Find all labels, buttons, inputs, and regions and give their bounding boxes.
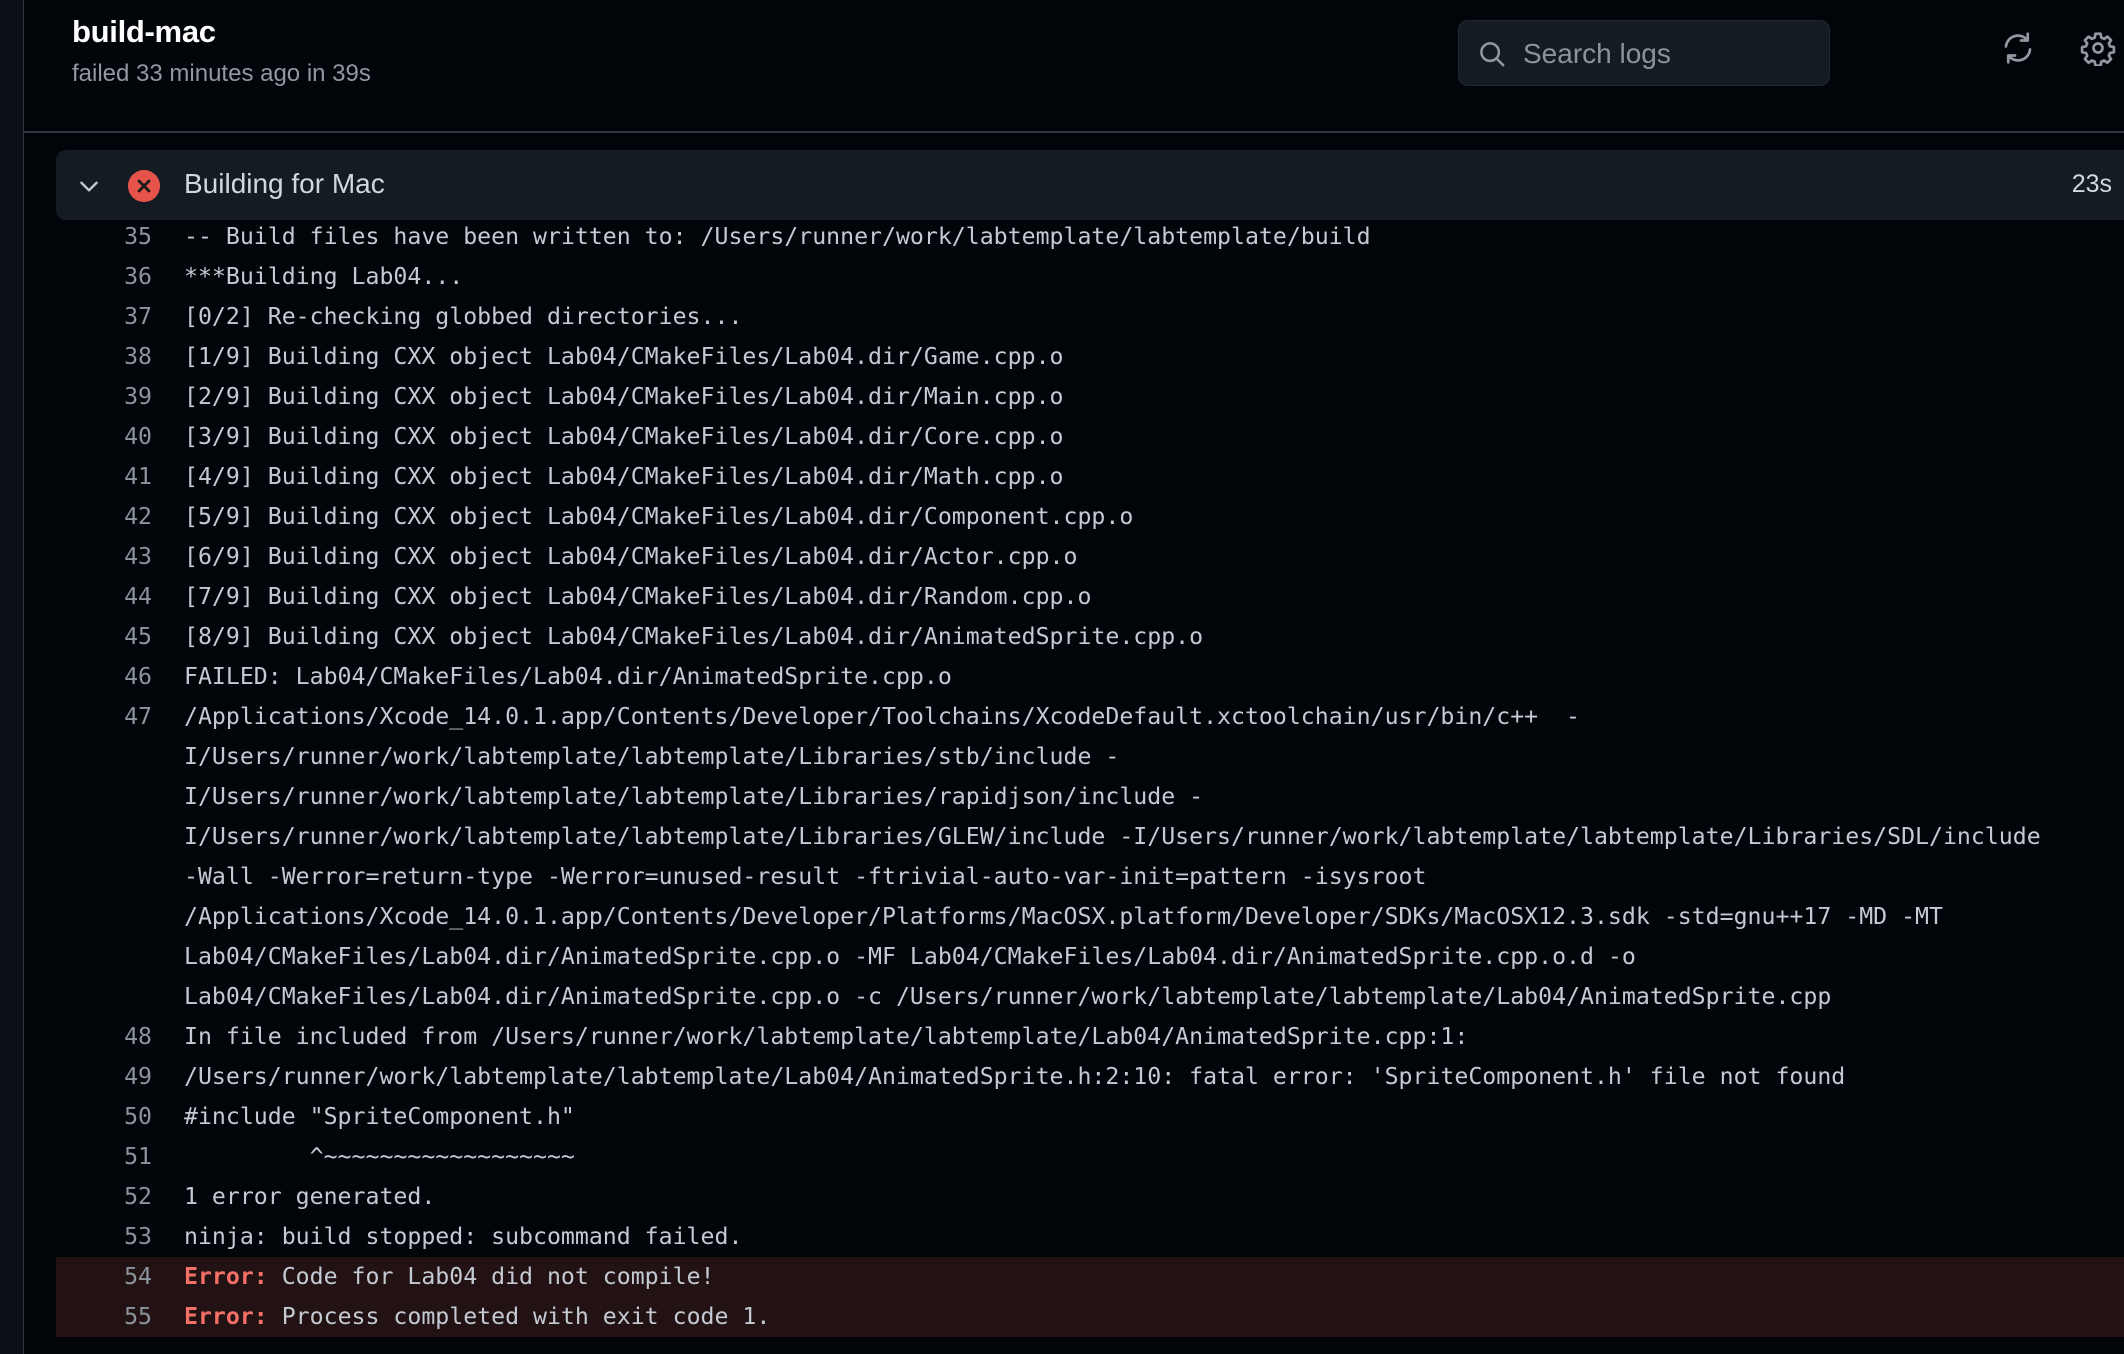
log-line[interactable]: 51 ^~~~~~~~~~~~~~~~~~~ [56, 1137, 2124, 1177]
log-line[interactable]: 49/Users/runner/work/labtemplate/labtemp… [56, 1057, 2124, 1097]
line-number[interactable]: 50 [56, 1097, 152, 1137]
step-header-building-for-mac[interactable]: Building for Mac 23s [56, 150, 2124, 220]
log-line[interactable]: /Applications/Xcode_14.0.1.app/Contents/… [56, 897, 2124, 937]
log-line[interactable]: 35 -- Build files have been written to: /… [56, 217, 2124, 257]
job-status: failed 33 minutes ago in 39s [72, 60, 371, 87]
x-circle-fill-icon [128, 170, 160, 202]
log-text: Lab04/CMakeFiles/Lab04.dir/AnimatedSprit… [184, 983, 1832, 1010]
log-text: [0/2] Re-checking globbed directories... [184, 303, 743, 330]
line-number[interactable]: 44 [56, 577, 152, 617]
log-line[interactable]: 42 [5/9] Building CXX object Lab04/CMakeF… [56, 497, 2124, 537]
job-title: build-mac [72, 14, 216, 49]
log-line[interactable]: 45 [8/9] Building CXX object Lab04/CMakeF… [56, 617, 2124, 657]
log-line[interactable]: -Wall -Werror=return-type -Werror=unused… [56, 857, 2124, 897]
error-label: Error: [184, 1263, 268, 1290]
gear-icon[interactable] [2080, 30, 2116, 66]
log-line[interactable]: 50 #include "SpriteComponent.h" [56, 1097, 2124, 1137]
log-text: [8/9] Building CXX object Lab04/CMakeFil… [184, 623, 1204, 650]
line-number[interactable]: 49 [56, 1057, 152, 1097]
log-text: [4/9] Building CXX object Lab04/CMakeFil… [184, 463, 1064, 490]
log-text: Lab04/CMakeFiles/Lab04.dir/AnimatedSprit… [184, 943, 1636, 970]
log-text: /Applications/Xcode_14.0.1.app/Contents/… [184, 903, 1943, 930]
log-line[interactable]: 36 ***Building Lab04... [56, 257, 2124, 297]
log-line[interactable]: I/Users/runner/work/labtemplate/labtempl… [56, 777, 2124, 817]
line-number[interactable]: 43 [56, 537, 152, 577]
log-line-error[interactable]: 54 Error: Code for Lab04 did not compile! [56, 1257, 2124, 1297]
log-text: I/Users/runner/work/labtemplate/labtempl… [184, 743, 1120, 770]
log-line[interactable]: 53 ninja: build stopped: subcommand faile… [56, 1217, 2124, 1257]
log-text: ^~~~~~~~~~~~~~~~~~~ [184, 1143, 575, 1170]
log-text: In file included from /Users/runner/work… [184, 1023, 1469, 1050]
log-text: I/Users/runner/work/labtemplate/labtempl… [184, 823, 2041, 850]
line-number[interactable]: 54 [56, 1257, 152, 1297]
chevron-down-icon[interactable] [76, 173, 102, 199]
line-number[interactable]: 37 [56, 297, 152, 337]
log-line[interactable]: Lab04/CMakeFiles/Lab04.dir/AnimatedSprit… [56, 977, 2124, 1017]
log-text: [3/9] Building CXX object Lab04/CMakeFil… [184, 423, 1064, 450]
log-line[interactable]: 43 [6/9] Building CXX object Lab04/CMakeF… [56, 537, 2124, 577]
line-number[interactable]: 53 [56, 1217, 152, 1257]
line-number[interactable]: 41 [56, 457, 152, 497]
line-number[interactable]: 35 [56, 217, 152, 257]
log-line[interactable]: 48 In file included from /Users/runner/wo… [56, 1017, 2124, 1057]
log-line[interactable]: 37 [0/2] Re-checking globbed directories.… [56, 297, 2124, 337]
log-text: [5/9] Building CXX object Lab04/CMakeFil… [184, 503, 1134, 530]
log-text: ninja: build stopped: subcommand failed. [184, 1223, 743, 1250]
log-text: Error: Process completed with exit code … [184, 1297, 770, 1337]
line-number[interactable]: 39 [56, 377, 152, 417]
line-number[interactable]: 48 [56, 1017, 152, 1057]
log-line[interactable]: 41 [4/9] Building CXX object Lab04/CMakeF… [56, 457, 2124, 497]
error-message: Code for Lab04 did not compile! [267, 1263, 715, 1290]
log-output: 35 -- Build files have been written to: /… [56, 217, 2124, 1337]
line-number[interactable]: 45 [56, 617, 152, 657]
log-text: 1 error generated. [184, 1183, 436, 1210]
log-line[interactable]: I/Users/runner/work/labtemplate/labtempl… [56, 737, 2124, 777]
log-text: /Applications/Xcode_14.0.1.app/Contents/… [184, 703, 1581, 730]
log-line[interactable]: 44 [7/9] Building CXX object Lab04/CMakeF… [56, 577, 2124, 617]
search-icon [1480, 42, 1505, 67]
sidebar-strip [0, 0, 24, 1354]
log-text: ***Building Lab04... [184, 263, 464, 290]
log-line[interactable]: 52 1 error generated. [56, 1177, 2124, 1217]
sync-icon[interactable] [2000, 30, 2036, 66]
line-number[interactable]: 55 [56, 1297, 152, 1337]
log-text: [7/9] Building CXX object Lab04/CMakeFil… [184, 583, 1092, 610]
log-text: #include "SpriteComponent.h" [184, 1103, 575, 1130]
log-text: [6/9] Building CXX object Lab04/CMakeFil… [184, 543, 1078, 570]
log-text: -Wall -Werror=return-type -Werror=unused… [184, 863, 1427, 890]
log-text: -- Build files have been written to: /Us… [184, 223, 1371, 250]
log-line[interactable]: 40 [3/9] Building CXX object Lab04/CMakeF… [56, 417, 2124, 457]
line-number[interactable]: 52 [56, 1177, 152, 1217]
line-number[interactable]: 46 [56, 657, 152, 697]
log-line-error[interactable]: 55 Error: Process completed with exit cod… [56, 1297, 2124, 1337]
log-text: [2/9] Building CXX object Lab04/CMakeFil… [184, 383, 1064, 410]
line-number[interactable]: 51 [56, 1137, 152, 1177]
log-line[interactable]: I/Users/runner/work/labtemplate/labtempl… [56, 817, 2124, 857]
error-message: Process completed with exit code 1. [267, 1303, 771, 1330]
log-text: FAILED: Lab04/CMakeFiles/Lab04.dir/Anima… [184, 663, 952, 690]
line-number[interactable]: 38 [56, 337, 152, 377]
log-line[interactable]: Lab04/CMakeFiles/Lab04.dir/AnimatedSprit… [56, 937, 2124, 977]
log-line[interactable]: 46 FAILED: Lab04/CMakeFiles/Lab04.dir/Ani… [56, 657, 2124, 697]
log-text: Error: Code for Lab04 did not compile! [184, 1257, 715, 1297]
line-number[interactable]: 36 [56, 257, 152, 297]
line-number[interactable]: 47 [56, 697, 152, 737]
search-logs-box[interactable] [1458, 20, 1830, 87]
search-logs-input[interactable] [1521, 21, 1825, 87]
log-line[interactable]: 38 [1/9] Building CXX object Lab04/CMakeF… [56, 337, 2124, 377]
line-number[interactable]: 40 [56, 417, 152, 457]
step-duration: 23s [2071, 170, 2112, 198]
log-line[interactable]: 47/Applications/Xcode_14.0.1.app/Content… [56, 697, 2124, 737]
log-line[interactable]: 39 [2/9] Building CXX object Lab04/CMakeF… [56, 377, 2124, 417]
log-text: I/Users/runner/work/labtemplate/labtempl… [184, 783, 1204, 810]
log-text: [1/9] Building CXX object Lab04/CMakeFil… [184, 343, 1064, 370]
error-label: Error: [184, 1303, 268, 1330]
line-number[interactable]: 42 [56, 497, 152, 537]
step-title: Building for Mac [184, 168, 385, 199]
log-text: /Users/runner/work/labtemplate/labtempla… [184, 1063, 1846, 1090]
